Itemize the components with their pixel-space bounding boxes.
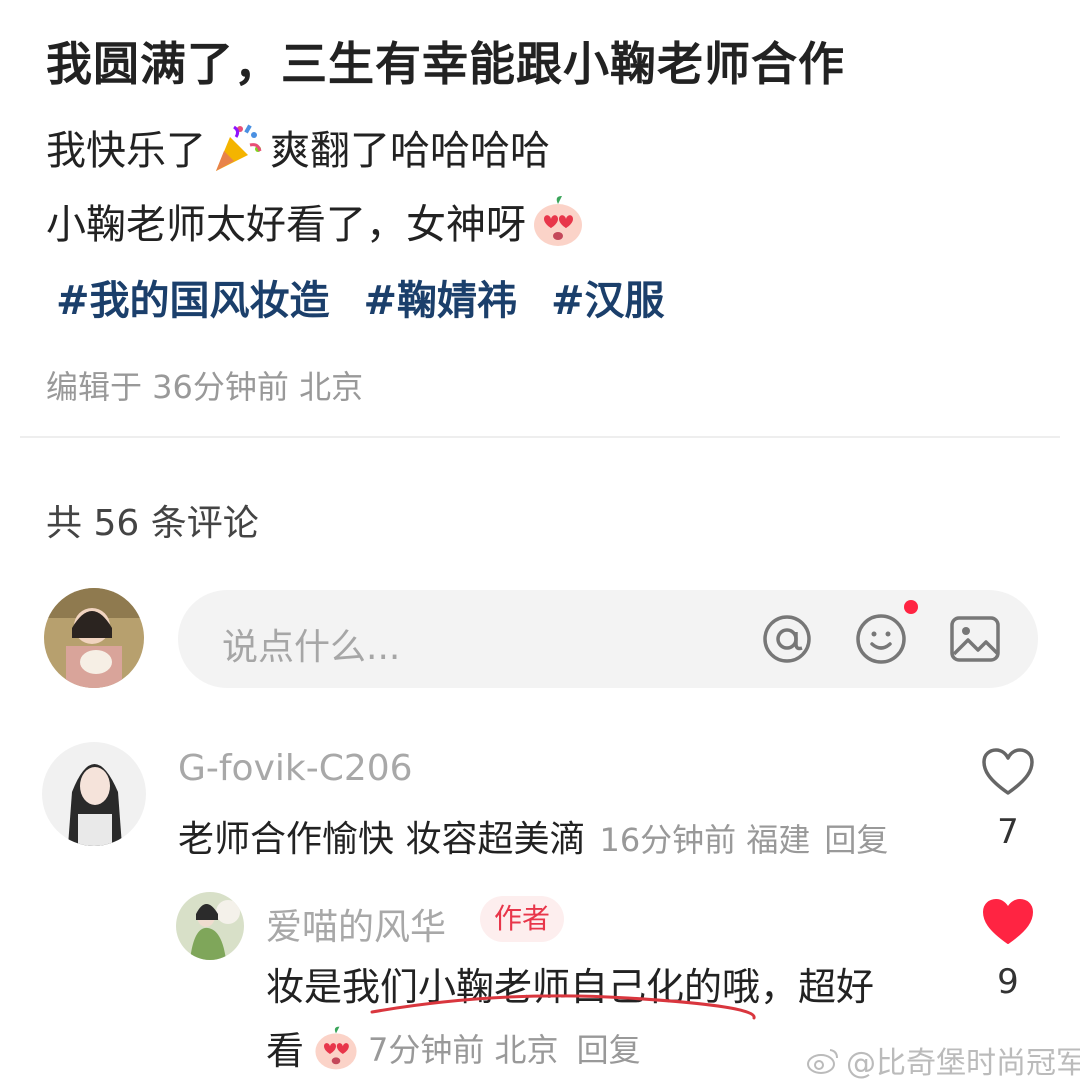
like-heart-outline-icon[interactable] xyxy=(980,746,1036,798)
like-heart-filled-icon[interactable] xyxy=(980,896,1036,948)
current-user-avatar[interactable] xyxy=(44,588,144,688)
comment-username[interactable]: G-fovik-C206 xyxy=(178,748,413,789)
hashtag[interactable]: #汉服 xyxy=(551,268,665,326)
image-icon[interactable] xyxy=(948,612,1002,666)
comment-body: 老师合作愉快 妆容超美滴 16分钟前 福建 回复 xyxy=(178,810,888,862)
post-meta: 编辑于 36分钟前 北京 xyxy=(46,368,364,406)
heart-eyes-icon xyxy=(534,196,582,246)
author-badge: 作者 xyxy=(480,896,565,942)
post-line-1-text-a: 我快乐了 xyxy=(46,128,206,174)
watermark: @比奇堡时尚冠军 xyxy=(806,1038,1080,1082)
post-line-1: 我快乐了 爽翻了哈哈哈哈 xyxy=(46,118,550,176)
comment-text: 老师合作愉快 妆容超美滴 xyxy=(178,819,586,860)
like-count: 9 xyxy=(997,962,1019,1002)
notification-dot xyxy=(904,600,918,614)
heart-eyes-icon xyxy=(315,1026,357,1069)
hashtag-list: #我的国风妆造 #鞠婧祎 #汉服 xyxy=(56,268,665,326)
party-popper-icon xyxy=(216,124,262,171)
watermark-text: @比奇堡时尚冠军 xyxy=(846,1046,1080,1081)
comment-input-placeholder[interactable]: 说点什么... xyxy=(222,618,400,670)
post-line-2: 小鞠老师太好看了，女神呀 xyxy=(46,192,590,250)
reply-text-line-2: 看 7分钟前 北京 回复 xyxy=(266,1020,641,1075)
post-line-1-text-b: 爽翻了哈哈哈哈 xyxy=(270,128,550,174)
post-title: 我圆满了，三生有幸能跟小鞠老师合作 xyxy=(46,37,845,91)
reply-username[interactable]: 爱喵的风华 xyxy=(266,898,446,950)
commenter-avatar[interactable] xyxy=(42,742,146,846)
emoji-icon[interactable] xyxy=(854,612,908,666)
reply-time-location: 7分钟前 北京 xyxy=(368,1030,559,1069)
at-icon[interactable] xyxy=(760,612,814,666)
like-count: 7 xyxy=(997,812,1019,852)
reply-button[interactable]: 回复 xyxy=(577,1025,641,1071)
author-avatar[interactable] xyxy=(176,892,244,960)
hashtag[interactable]: #鞠婧祎 xyxy=(364,268,518,326)
hashtag[interactable]: #我的国风妆造 xyxy=(56,268,330,326)
post-line-2-text: 小鞠老师太好看了，女神呀 xyxy=(46,202,526,248)
divider xyxy=(20,436,1060,438)
comment-count: 共 56 条评论 xyxy=(46,503,259,544)
weibo-logo-icon xyxy=(807,1049,838,1074)
reply-text-tail: 看 xyxy=(266,1029,305,1073)
reply-button[interactable]: 回复 xyxy=(824,815,888,861)
comment-time-location: 16分钟前 福建 xyxy=(599,821,811,859)
